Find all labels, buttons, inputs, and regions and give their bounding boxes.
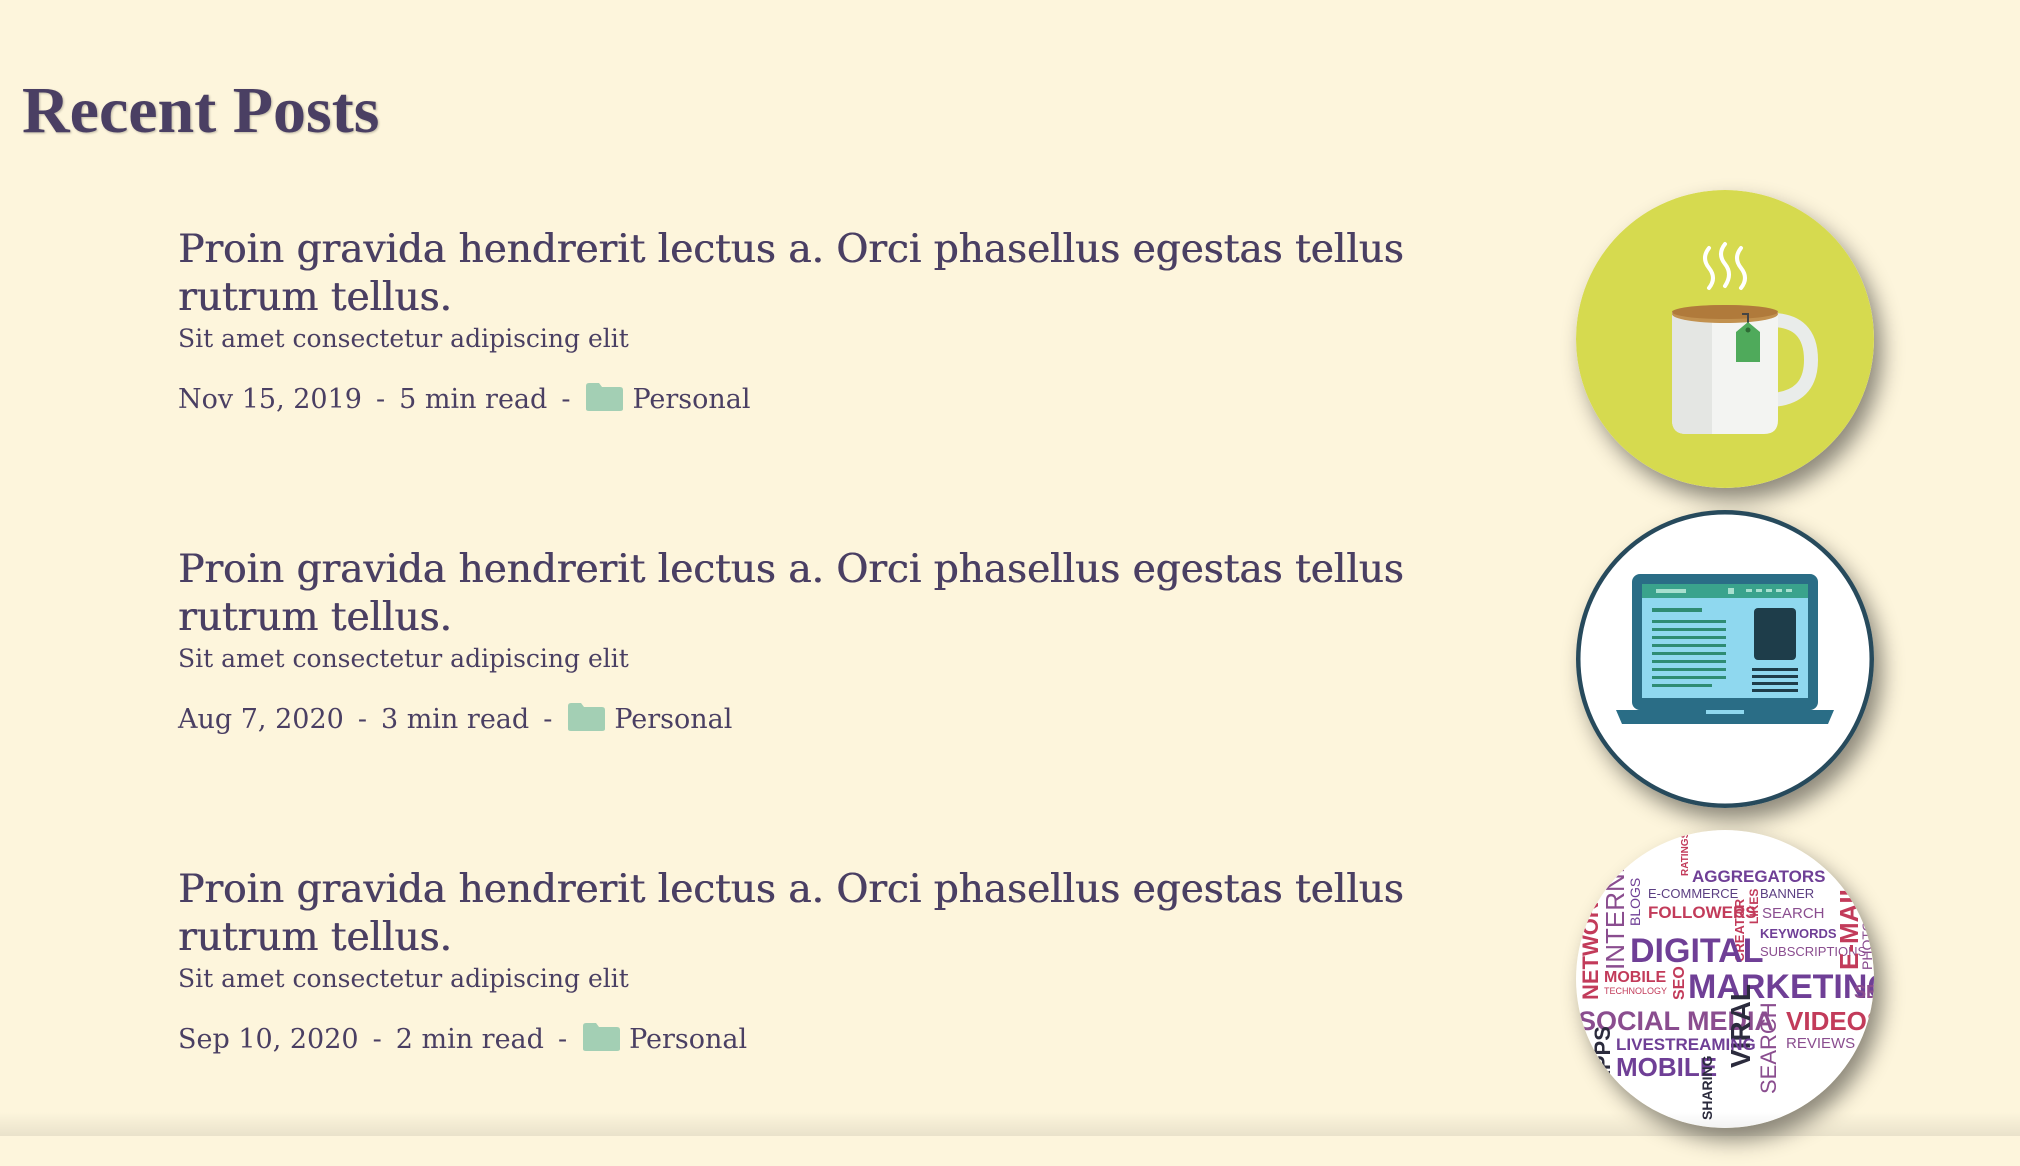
word-digital: DIGITAL — [1630, 932, 1763, 970]
post-date: Sep 10, 2020 — [178, 1024, 359, 1055]
post-item: Proin gravida hendrerit lectus a. Orci p… — [178, 866, 1518, 1166]
meta-separator: - — [372, 1024, 382, 1055]
page-title: Recent Posts — [22, 74, 380, 147]
post-read-time: 2 min read — [395, 1024, 544, 1055]
post-title-link[interactable]: Proin gravida hendrerit lectus a. Orci p… — [178, 226, 1518, 322]
word-e-commerce: E-COMMERCE — [1648, 886, 1739, 901]
word-search-vertical: SEARCH — [1756, 1002, 1781, 1094]
meta-separator: - — [375, 384, 386, 415]
word-sem: SEM — [1854, 982, 1874, 1002]
meta-separator: - — [357, 704, 367, 735]
post-item: Proin gravida hendrerit lectus a. Orci p… — [178, 546, 1518, 846]
word-aggregators: AGGREGATORS — [1692, 867, 1826, 886]
post-meta: Sep 10, 2020 - 2 min read - Personal — [178, 1022, 1518, 1058]
post-date: Nov 15, 2019 — [178, 384, 362, 415]
word-viral: VIRAL — [1725, 984, 1756, 1068]
post-thumbnail-tea-mug[interactable] — [1576, 190, 1874, 488]
post-title-link[interactable]: Proin gravida hendrerit lectus a. Orci p… — [178, 866, 1518, 962]
post-read-time: 3 min read — [380, 704, 530, 735]
word-likes: LIKES — [1747, 889, 1761, 924]
folder-icon — [566, 702, 606, 732]
post-date: Aug 7, 2020 — [178, 704, 344, 735]
post-category-link[interactable]: Personal — [632, 382, 750, 418]
meta-separator: - — [557, 1024, 568, 1055]
post-item: Proin gravida hendrerit lectus a. Orci p… — [178, 226, 1518, 526]
tea-mug-icon — [1576, 190, 1874, 488]
word-internet: INTERNET — [1600, 840, 1630, 970]
post-title-link[interactable]: Proin gravida hendrerit lectus a. Orci p… — [178, 546, 1518, 642]
word-search-top: SEARCH — [1762, 905, 1825, 922]
post-thumbnail-laptop[interactable] — [1576, 510, 1874, 808]
laptop-webpage-icon — [1577, 511, 1873, 807]
word-technology: TECHNOLOGY — [1604, 986, 1667, 996]
word-banner: BANNER — [1760, 886, 1814, 901]
word-seo: SEO — [1671, 966, 1688, 1000]
post-category-link[interactable]: Personal — [614, 702, 732, 738]
post-thumbnail-word-cloud[interactable]: AGGREGATORS RATINGS E-COMMERCE BANNER FO… — [1576, 830, 1874, 1128]
meta-separator: - — [543, 704, 553, 735]
post-read-time: 5 min read — [399, 384, 548, 415]
post-subtitle: Sit amet consectetur adipiscing elit — [178, 324, 629, 353]
meta-separator: - — [561, 384, 571, 415]
word-apps: APPS — [1590, 1026, 1615, 1086]
word-marketing: MARKETING — [1688, 968, 1874, 1006]
post-meta: Aug 7, 2020 - 3 min read - Personal — [178, 702, 1518, 738]
folder-icon — [584, 382, 624, 412]
word-ratings: RATINGS — [1680, 831, 1691, 876]
word-videos: VIDEOS — [1786, 1006, 1874, 1036]
post-meta: Nov 15, 2019 - 5 min read - Personal — [178, 382, 1518, 418]
post-subtitle: Sit amet consectetur adipiscing elit — [178, 964, 629, 993]
post-subtitle: Sit amet consectetur adipiscing elit — [178, 644, 629, 673]
word-keywords: KEYWORDS — [1760, 926, 1837, 941]
word-network: NETWORK — [1578, 886, 1603, 1000]
word-reviews: REVIEWS — [1786, 1035, 1855, 1052]
folder-icon — [581, 1022, 621, 1052]
word-photo: PHOTO S — [1859, 907, 1874, 970]
word-sharing: SHARING — [1699, 1055, 1715, 1120]
word-mobile-small: MOBILE — [1604, 969, 1667, 986]
post-category-link[interactable]: Personal — [629, 1022, 747, 1058]
digital-marketing-word-cloud: AGGREGATORS RATINGS E-COMMERCE BANNER FO… — [1576, 830, 1874, 1128]
